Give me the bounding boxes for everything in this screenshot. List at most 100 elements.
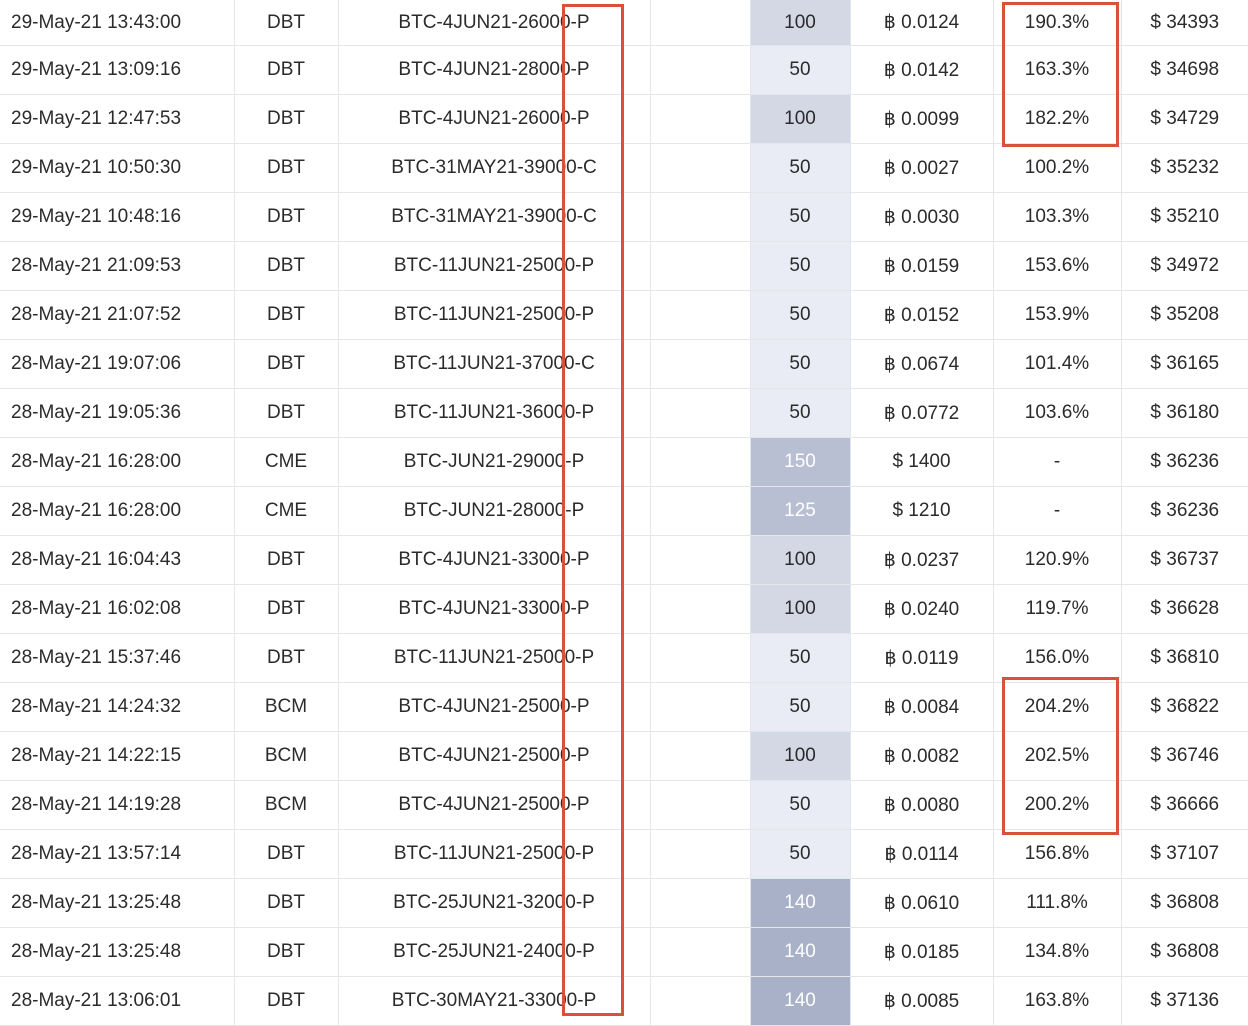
instrument: BTC-4JUN21-25000-P <box>338 780 651 830</box>
exchange: DBT <box>234 241 339 291</box>
trade-price: ฿ 0.0185 <box>850 927 994 977</box>
table-row: 28-May-21 13:25:48 DBT BTC-25JUN21-24000-P… <box>0 927 1248 977</box>
implied-volatility: 190.3% <box>993 0 1122 46</box>
index-price: $ 36822 <box>1121 682 1248 732</box>
exchange: DBT <box>234 878 339 928</box>
trade-size: 100 <box>750 0 851 46</box>
index-price: $ 36810 <box>1121 633 1248 683</box>
index-price: $ 34729 <box>1121 94 1248 144</box>
trade-price: ฿ 0.0027 <box>850 143 994 193</box>
implied-volatility: 163.8% <box>993 976 1122 1026</box>
implied-volatility: 111.8% <box>993 878 1122 928</box>
trade-size: 50 <box>750 192 851 242</box>
instrument: BTC-30MAY21-33000-P <box>338 976 651 1026</box>
implied-volatility: 153.6% <box>993 241 1122 291</box>
exchange: DBT <box>234 388 339 438</box>
trade-price: ฿ 0.0240 <box>850 584 994 634</box>
trade-size: 50 <box>750 339 851 389</box>
implied-volatility: 100.2% <box>993 143 1122 193</box>
blank-cell <box>650 633 751 683</box>
trade-time: 29-May-21 10:50:30 <box>0 143 235 193</box>
blank-cell <box>650 143 751 193</box>
table-row: 28-May-21 16:28:00 CME BTC-JUN21-29000-P 15… <box>0 437 1248 487</box>
index-price: $ 35232 <box>1121 143 1248 193</box>
index-price: $ 36236 <box>1121 437 1248 487</box>
table-row: 29-May-21 13:43:00 DBT BTC-4JUN21-26000-P 1… <box>0 0 1248 46</box>
index-price: $ 36808 <box>1121 927 1248 977</box>
trade-price: ฿ 0.0080 <box>850 780 994 830</box>
trade-size: 100 <box>750 731 851 781</box>
trade-price: ฿ 0.0085 <box>850 976 994 1026</box>
index-price: $ 36666 <box>1121 780 1248 830</box>
trade-size: 140 <box>750 878 851 928</box>
index-price: $ 36737 <box>1121 535 1248 585</box>
trade-price: ฿ 0.0082 <box>850 731 994 781</box>
implied-volatility: - <box>993 486 1122 536</box>
exchange: DBT <box>234 927 339 977</box>
index-price: $ 36628 <box>1121 584 1248 634</box>
instrument: BTC-4JUN21-26000-P <box>338 0 651 46</box>
table-row: 28-May-21 21:07:52 DBT BTC-11JUN21-25000-P… <box>0 290 1248 340</box>
table-row: 28-May-21 13:57:14 DBT BTC-11JUN21-25000-P… <box>0 829 1248 879</box>
trade-size: 150 <box>750 437 851 487</box>
blank-cell <box>650 682 751 732</box>
exchange: DBT <box>234 94 339 144</box>
implied-volatility: 156.8% <box>993 829 1122 879</box>
blank-cell <box>650 731 751 781</box>
trade-time: 28-May-21 21:09:53 <box>0 241 235 291</box>
trade-time: 28-May-21 16:28:00 <box>0 437 235 487</box>
instrument: BTC-11JUN21-25000-P <box>338 241 651 291</box>
trade-size: 140 <box>750 976 851 1026</box>
blank-cell <box>650 94 751 144</box>
trade-price: $ 1400 <box>850 437 994 487</box>
instrument: BTC-JUN21-28000-P <box>338 486 651 536</box>
trade-size: 50 <box>750 45 851 95</box>
implied-volatility: 153.9% <box>993 290 1122 340</box>
trade-time: 28-May-21 16:02:08 <box>0 584 235 634</box>
trade-price: ฿ 0.0142 <box>850 45 994 95</box>
trade-size: 50 <box>750 388 851 438</box>
index-price: $ 37136 <box>1121 976 1248 1026</box>
index-price: $ 35210 <box>1121 192 1248 242</box>
trade-price: ฿ 0.0610 <box>850 878 994 928</box>
index-price: $ 35208 <box>1121 290 1248 340</box>
trade-time: 29-May-21 10:48:16 <box>0 192 235 242</box>
exchange: DBT <box>234 290 339 340</box>
instrument: BTC-25JUN21-32000-P <box>338 878 651 928</box>
blank-cell <box>650 535 751 585</box>
blank-cell <box>650 829 751 879</box>
trades-table: 29-May-21 13:43:00 DBT BTC-4JUN21-26000-P 1… <box>0 0 1248 1026</box>
trade-price: ฿ 0.0237 <box>850 535 994 585</box>
instrument: BTC-4JUN21-25000-P <box>338 682 651 732</box>
index-price: $ 34972 <box>1121 241 1248 291</box>
implied-volatility: - <box>993 437 1122 487</box>
exchange: CME <box>234 486 339 536</box>
trade-time: 28-May-21 13:57:14 <box>0 829 235 879</box>
exchange: BCM <box>234 731 339 781</box>
table-row: 28-May-21 13:06:01 DBT BTC-30MAY21-33000-P… <box>0 976 1248 1026</box>
table-row: 28-May-21 14:22:15 BCM BTC-4JUN21-25000-P 1… <box>0 731 1248 781</box>
trade-price: ฿ 0.0674 <box>850 339 994 389</box>
table-row: 29-May-21 10:50:30 DBT BTC-31MAY21-39000-C… <box>0 143 1248 193</box>
trade-price: ฿ 0.0124 <box>850 0 994 46</box>
exchange: DBT <box>234 633 339 683</box>
trade-size: 100 <box>750 94 851 144</box>
trade-size: 50 <box>750 829 851 879</box>
trade-size: 50 <box>750 682 851 732</box>
instrument: BTC-4JUN21-28000-P <box>338 45 651 95</box>
blank-cell <box>650 45 751 95</box>
table-row: 28-May-21 14:24:32 BCM BTC-4JUN21-25000-P 5… <box>0 682 1248 732</box>
implied-volatility: 101.4% <box>993 339 1122 389</box>
blank-cell <box>650 878 751 928</box>
trade-price: ฿ 0.0084 <box>850 682 994 732</box>
trade-time: 28-May-21 16:28:00 <box>0 486 235 536</box>
index-price: $ 36236 <box>1121 486 1248 536</box>
trade-size: 100 <box>750 584 851 634</box>
exchange: DBT <box>234 143 339 193</box>
trade-price: ฿ 0.0114 <box>850 829 994 879</box>
trade-size: 100 <box>750 535 851 585</box>
trade-time: 28-May-21 19:05:36 <box>0 388 235 438</box>
blank-cell <box>650 437 751 487</box>
instrument: BTC-11JUN21-36000-P <box>338 388 651 438</box>
implied-volatility: 204.2% <box>993 682 1122 732</box>
